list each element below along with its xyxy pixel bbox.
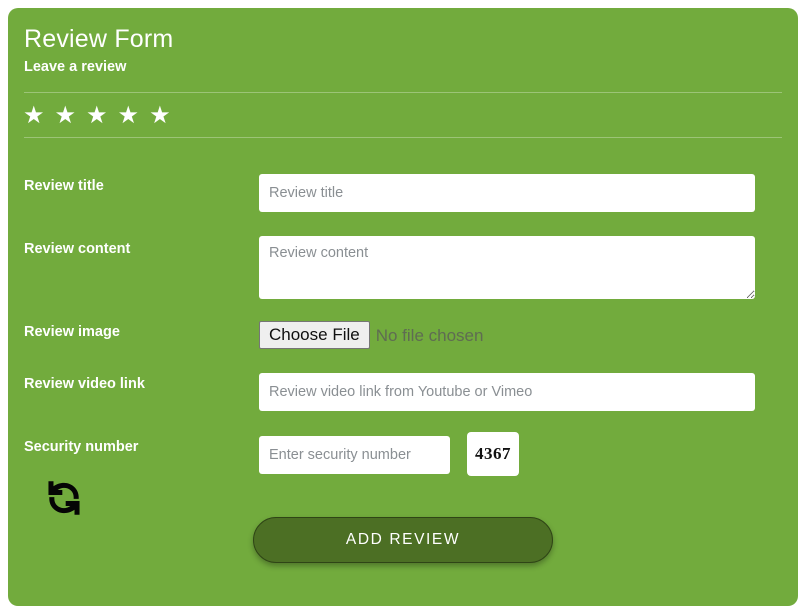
divider-above-rating bbox=[24, 92, 782, 93]
review-form-card: Review Form Leave a review ★ ★ ★ ★ ★ Rev… bbox=[8, 8, 798, 606]
review-content-textarea[interactable] bbox=[259, 236, 755, 299]
captcha-code: 4367 bbox=[467, 432, 519, 476]
review-form-page: Review Form Leave a review ★ ★ ★ ★ ★ Rev… bbox=[0, 0, 812, 614]
label-review-content: Review content bbox=[24, 241, 131, 257]
divider-below-rating bbox=[24, 137, 782, 138]
star-rating[interactable]: ★ ★ ★ ★ ★ bbox=[23, 102, 171, 130]
add-review-button[interactable]: ADD REVIEW bbox=[253, 517, 553, 563]
page-title: Review Form bbox=[24, 25, 174, 53]
security-number-input[interactable] bbox=[259, 436, 450, 474]
file-status-text: No file chosen bbox=[375, 325, 484, 345]
star-icon-5[interactable]: ★ bbox=[149, 102, 171, 130]
label-security-number: Security number bbox=[24, 439, 139, 455]
star-icon-4[interactable]: ★ bbox=[118, 102, 140, 130]
choose-file-button[interactable]: Choose File bbox=[259, 321, 370, 350]
refresh-icon[interactable] bbox=[43, 477, 85, 519]
form-subtitle: Leave a review bbox=[24, 59, 127, 75]
label-review-video-link: Review video link bbox=[24, 376, 145, 392]
star-icon-1[interactable]: ★ bbox=[23, 102, 45, 130]
review-image-file-row: Choose File No file chosen bbox=[259, 321, 484, 350]
label-review-image: Review image bbox=[24, 324, 120, 340]
star-icon-2[interactable]: ★ bbox=[55, 102, 77, 130]
star-icon-3[interactable]: ★ bbox=[86, 102, 108, 130]
review-title-input[interactable] bbox=[259, 174, 755, 212]
review-video-link-input[interactable] bbox=[259, 373, 755, 411]
label-review-title: Review title bbox=[24, 178, 104, 194]
